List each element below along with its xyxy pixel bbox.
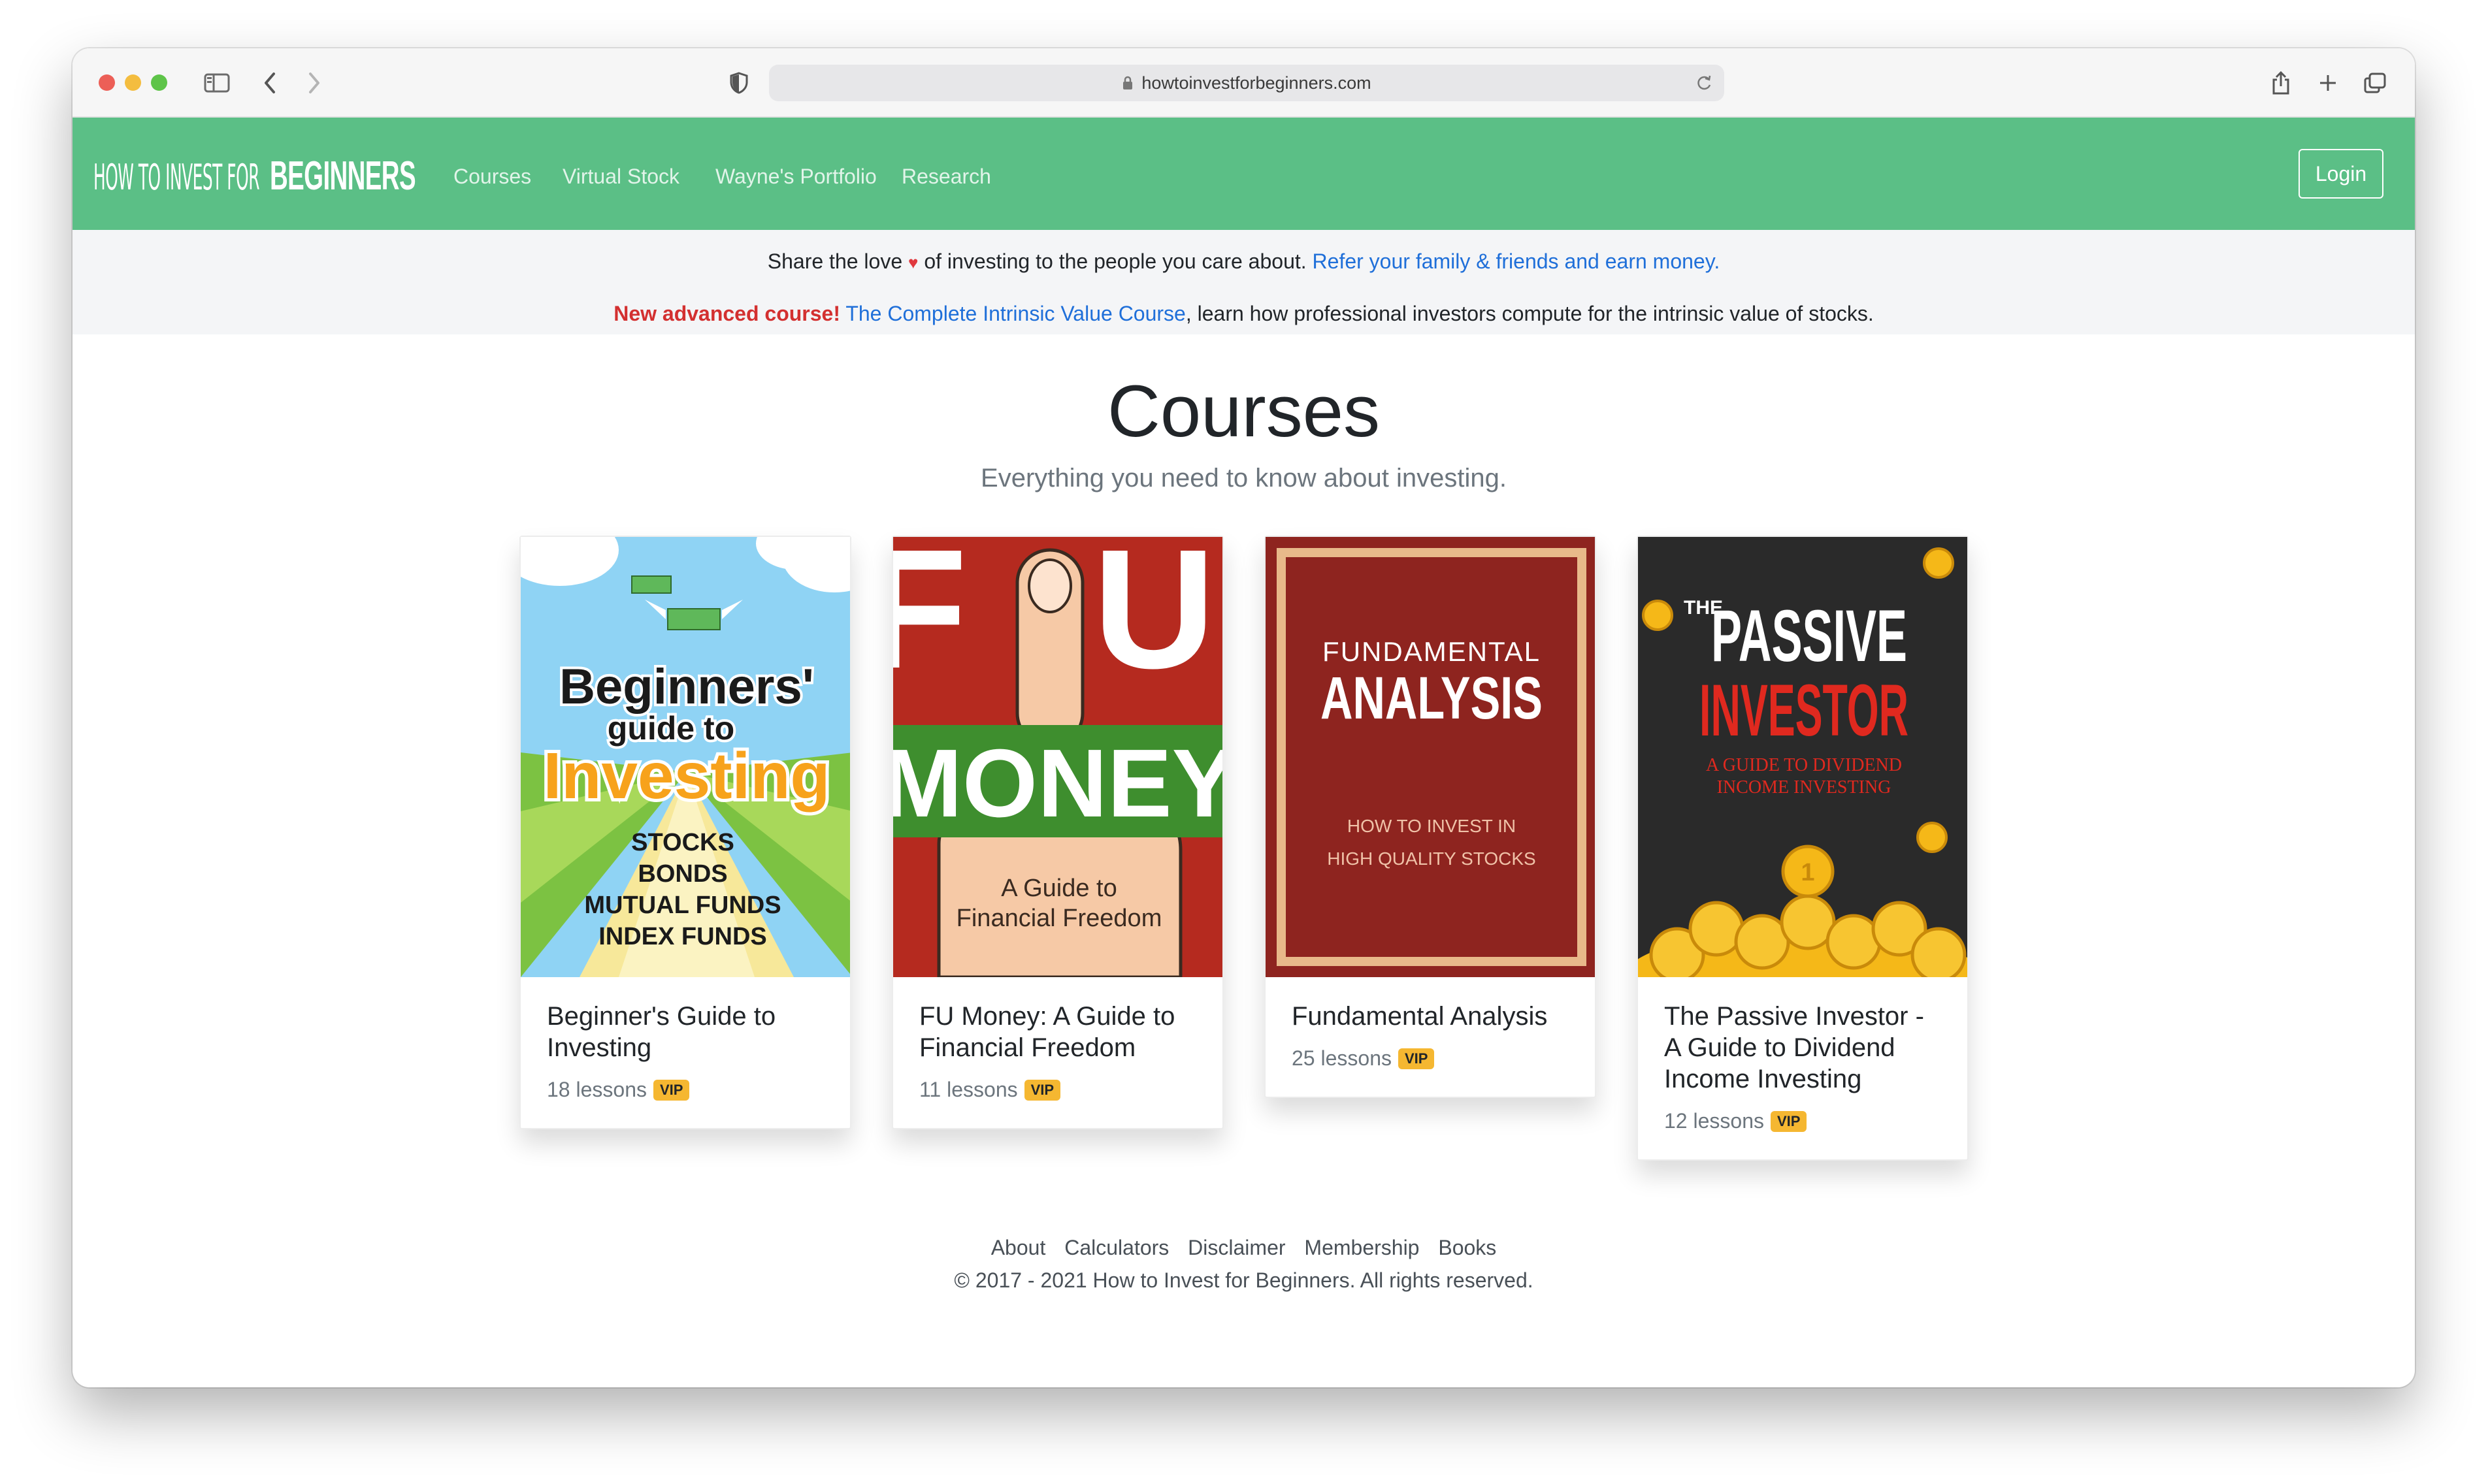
lock-icon bbox=[1122, 75, 1134, 91]
announcement-bar: Share the love ♥ of investing to the peo… bbox=[73, 230, 2415, 334]
course-meta: 18 lessons VIP bbox=[547, 1078, 824, 1102]
vip-badge: VIP bbox=[1398, 1048, 1435, 1069]
zoom-window-button[interactable] bbox=[151, 74, 167, 91]
close-window-button[interactable] bbox=[99, 74, 115, 91]
course-meta: 25 lessons VIP bbox=[1292, 1046, 1569, 1071]
course-cover-fu-money[interactable]: F U MONEY A Guide to Financial Freedom bbox=[893, 537, 1222, 977]
nav-link-virtual-stock[interactable]: Virtual Stock bbox=[563, 165, 679, 189]
course-card-body: Beginner's Guide to Investing 18 lessons… bbox=[521, 977, 850, 1128]
new-course-label: New advanced course! bbox=[614, 302, 840, 325]
lesson-count: 18 lessons bbox=[547, 1078, 647, 1101]
cover-text: Investing bbox=[544, 739, 830, 813]
logo-text-bold: BEGINNERS bbox=[270, 153, 416, 199]
course-cover-fundamental-analysis[interactable]: FUNDAMENTAL ANALYSIS HOW TO INVEST IN HI… bbox=[1266, 537, 1595, 977]
new-course-announcement: New advanced course! The Complete Intrin… bbox=[73, 302, 2415, 326]
cover-text: A GUIDE TO DIVIDEND bbox=[1706, 755, 1902, 775]
intrinsic-value-course-link[interactable]: The Complete Intrinsic Value Course bbox=[845, 302, 1186, 325]
sidebar-toggle-icon[interactable] bbox=[201, 63, 233, 103]
share-icon[interactable] bbox=[2268, 63, 2294, 103]
address-bar[interactable]: howtoinvestforbeginners.com bbox=[769, 65, 1724, 101]
footer-link-books[interactable]: Books bbox=[1438, 1236, 1496, 1259]
cover-text: INDEX FUNDS bbox=[598, 923, 767, 950]
footer-link-calculators[interactable]: Calculators bbox=[1064, 1236, 1169, 1259]
login-button[interactable]: Login bbox=[2299, 149, 2383, 199]
course-title[interactable]: Beginner's Guide to Investing bbox=[547, 1001, 824, 1063]
site-navbar: HOW TO INVEST FOR BEGINNERS Courses Virt… bbox=[73, 118, 2415, 230]
copyright-text: © 2017 - 2021 How to Invest for Beginner… bbox=[954, 1268, 1533, 1292]
course-card-fundamental-analysis[interactable]: FUNDAMENTAL ANALYSIS HOW TO INVEST IN HI… bbox=[1264, 536, 1596, 1098]
lesson-count: 12 lessons bbox=[1664, 1109, 1764, 1133]
minimize-window-button[interactable] bbox=[125, 74, 141, 91]
cover-text: INVESTOR bbox=[1699, 669, 1908, 751]
nav-link-waynes-portfolio[interactable]: Wayne's Portfolio bbox=[715, 165, 877, 189]
lesson-count: 11 lessons bbox=[919, 1078, 1018, 1101]
new-tab-icon[interactable] bbox=[2315, 63, 2341, 103]
cover-text: Beginners' bbox=[559, 659, 814, 715]
cover-text: INCOME INVESTING bbox=[1717, 777, 1891, 798]
course-card-body: Fundamental Analysis 25 lessons VIP bbox=[1266, 977, 1595, 1097]
cover-text: HOW TO INVEST IN bbox=[1347, 816, 1516, 836]
referral-text-end: of investing to the people you care abou… bbox=[924, 250, 1307, 273]
cover-text: HIGH QUALITY STOCKS bbox=[1327, 848, 1535, 869]
course-card-body: FU Money: A Guide to Financial Freedom 1… bbox=[893, 977, 1222, 1128]
course-cover-beginners-guide[interactable]: Beginners' guide to Investing STOCKS BON… bbox=[521, 537, 850, 977]
lesson-count: 25 lessons bbox=[1292, 1046, 1392, 1070]
cover-text: ANALYSIS bbox=[1320, 665, 1543, 732]
privacy-shield-icon[interactable] bbox=[726, 63, 752, 103]
course-title[interactable]: FU Money: A Guide to Financial Freedom bbox=[919, 1001, 1196, 1063]
page-title: Courses bbox=[1107, 370, 1381, 452]
vip-badge: VIP bbox=[653, 1079, 690, 1101]
logo-text-light: HOW TO INVEST FOR bbox=[93, 157, 260, 198]
cover-text: Financial Freedom bbox=[957, 905, 1162, 932]
cover-text: A Guide to bbox=[1001, 875, 1117, 902]
footer-link-about[interactable]: About bbox=[991, 1236, 1046, 1259]
site-logo[interactable]: HOW TO INVEST FOR BEGINNERS bbox=[93, 153, 505, 199]
referral-announcement: Share the love ♥ of investing to the peo… bbox=[73, 250, 2415, 274]
course-card-beginners-guide[interactable]: Beginners' guide to Investing STOCKS BON… bbox=[519, 536, 851, 1129]
nav-link-research[interactable]: Research bbox=[902, 165, 991, 189]
reload-icon[interactable] bbox=[1695, 74, 1712, 97]
forward-arrow-icon[interactable] bbox=[301, 63, 327, 103]
referral-text-start: Share the love bbox=[767, 250, 903, 273]
cover-text: 1 bbox=[1801, 859, 1814, 886]
course-card-fu-money[interactable]: F U MONEY A Guide to Financial Freedom F… bbox=[892, 536, 1224, 1129]
cover-text: BONDS bbox=[638, 860, 727, 888]
heart-icon: ♥ bbox=[908, 253, 919, 272]
back-arrow-icon[interactable] bbox=[257, 63, 283, 103]
nav-link-courses[interactable]: Courses bbox=[453, 165, 531, 189]
course-meta: 12 lessons VIP bbox=[1664, 1109, 1941, 1133]
course-title[interactable]: The Passive Investor - A Guide to Divide… bbox=[1664, 1001, 1941, 1095]
vip-badge: VIP bbox=[1770, 1110, 1807, 1132]
referral-link[interactable]: Refer your family & friends and earn mon… bbox=[1313, 250, 1720, 273]
course-title[interactable]: Fundamental Analysis bbox=[1292, 1001, 1569, 1032]
footer-nav: About Calculators Disclaimer Membership … bbox=[73, 1236, 2415, 1260]
cover-text: PASSIVE bbox=[1711, 595, 1907, 677]
browser-toolbar: howtoinvestforbeginners.com bbox=[73, 48, 2415, 118]
address-bar-url: howtoinvestforbeginners.com bbox=[1141, 73, 1371, 93]
course-meta: 11 lessons VIP bbox=[919, 1078, 1196, 1102]
vip-badge: VIP bbox=[1024, 1079, 1061, 1101]
footer-link-membership[interactable]: Membership bbox=[1304, 1236, 1419, 1259]
cover-text: STOCKS bbox=[631, 829, 734, 856]
footer-link-disclaimer[interactable]: Disclaimer bbox=[1188, 1236, 1285, 1259]
cover-text: FUNDAMENTAL bbox=[1322, 636, 1541, 667]
new-course-description: , learn how professional investors compu… bbox=[1185, 302, 1874, 325]
course-cover-passive-investor[interactable]: THE PASSIVE INVESTOR A GUIDE TO DIVIDEND… bbox=[1638, 537, 1967, 977]
course-card-passive-investor[interactable]: THE PASSIVE INVESTOR A GUIDE TO DIVIDEND… bbox=[1637, 536, 1969, 1161]
course-card-body: The Passive Investor - A Guide to Divide… bbox=[1638, 977, 1967, 1159]
cover-text: MONEY bbox=[893, 730, 1222, 837]
page-subtitle: Everything you need to know about invest… bbox=[981, 464, 1507, 492]
cover-text: MUTUAL FUNDS bbox=[584, 892, 781, 919]
browser-window: howtoinvestforbeginners.com HOW TO INVES… bbox=[73, 48, 2415, 1387]
tab-overview-icon[interactable] bbox=[2362, 63, 2388, 103]
